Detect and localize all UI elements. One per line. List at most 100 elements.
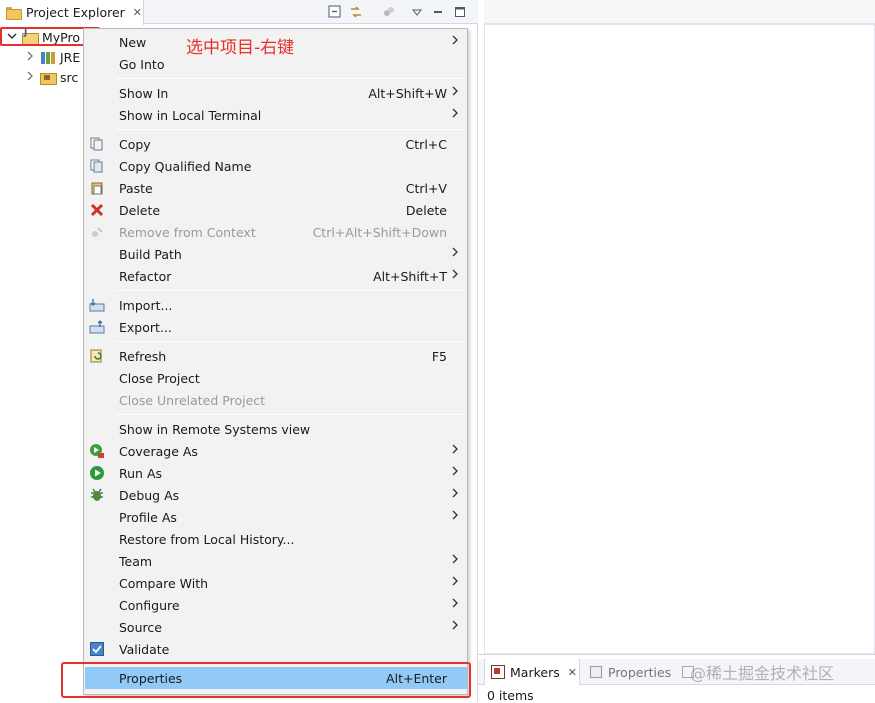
menu-item-configure[interactable]: Configure [85, 594, 467, 616]
menu-item-shortcut: Delete [405, 203, 447, 218]
chevron-right-icon[interactable] [24, 71, 36, 84]
chevron-right-icon [451, 597, 459, 612]
menu-item-restore-from-local-history[interactable]: Restore from Local History... [85, 528, 467, 550]
menu-separator [116, 290, 466, 291]
menu-item-label: Restore from Local History... [119, 532, 295, 547]
menu-separator [116, 414, 466, 415]
menu-item-label: Paste [119, 181, 153, 196]
menu-item-shortcut: Ctrl+V [405, 181, 447, 196]
menu-item-label: Show in Remote Systems view [119, 422, 311, 437]
annotation-label: 选中项目-右键 [186, 38, 295, 58]
menu-item-export[interactable]: Export... [85, 316, 467, 338]
menu-item-label: Export... [119, 320, 172, 335]
menu-item-show-in-local-terminal[interactable]: Show in Local Terminal [85, 104, 467, 126]
menu-item-shortcut: F5 [431, 349, 447, 364]
properties-highlight-box [61, 662, 471, 698]
properties-icon [590, 666, 602, 678]
menu-item-source[interactable]: Source [85, 616, 467, 638]
menu-item-build-path[interactable]: Build Path [85, 243, 467, 265]
tab-project-explorer[interactable]: Project Explorer ✕ [0, 0, 144, 25]
menu-item-label: Copy Qualified Name [119, 159, 252, 174]
explorer-tab-bar: Project Explorer ✕ [0, 0, 478, 25]
menu-item-copy-qualified-name[interactable]: Copy Qualified Name [85, 155, 467, 177]
menu-item-label: Show In [119, 86, 169, 101]
menu-item-shortcut: Ctrl+C [405, 137, 447, 152]
tree-item-label: src [60, 69, 79, 85]
copy-icon [89, 136, 105, 152]
menu-item-refactor[interactable]: Refactor Alt+Shift+T [85, 265, 467, 287]
chevron-right-icon [451, 443, 459, 458]
menu-item-label: Build Path [119, 247, 182, 262]
close-icon[interactable]: ✕ [568, 666, 577, 679]
menu-item-paste[interactable]: Paste Ctrl+V [85, 177, 467, 199]
view-menu-icon[interactable] [409, 4, 425, 20]
menu-item-label: Refresh [119, 349, 167, 364]
menu-item-team[interactable]: Team [85, 550, 467, 572]
chevron-right-icon [451, 619, 459, 634]
chevron-right-icon [451, 107, 459, 122]
tab-properties[interactable]: Properties [582, 659, 674, 685]
chevron-right-icon [451, 268, 459, 283]
tab-label: Markers [510, 664, 560, 680]
tree-item-label: JRE [60, 49, 81, 65]
menu-item-coverage-as[interactable]: Coverage As [85, 440, 467, 462]
menu-item-label: Debug As [119, 488, 180, 503]
menu-item-label: Team [119, 554, 153, 569]
menu-item-copy[interactable]: Copy Ctrl+C [85, 133, 467, 155]
menu-item-profile-as[interactable]: Profile As [85, 506, 467, 528]
chevron-right-icon [451, 575, 459, 590]
menu-item-delete[interactable]: Delete Delete [85, 199, 467, 221]
menu-item-show-in[interactable]: Show In Alt+Shift+W [85, 82, 467, 104]
source-folder-icon [40, 70, 57, 85]
menu-item-label: Show in Local Terminal [119, 108, 262, 123]
refresh-icon [89, 348, 105, 364]
menu-item-label: New [119, 35, 147, 50]
menu-item-label: Go Into [119, 57, 165, 72]
chevron-right-icon [451, 85, 459, 100]
menu-item-shortcut: Alt+Shift+W [368, 86, 447, 101]
close-icon[interactable]: ✕ [133, 6, 142, 19]
menu-item-label: Close Project [119, 371, 200, 386]
explorer-title: Project Explorer [26, 5, 125, 20]
menu-item-close-project[interactable]: Close Project [85, 367, 467, 389]
menu-item-shortcut: Alt+Shift+T [373, 269, 447, 284]
chevron-right-icon [451, 246, 459, 261]
coverage-icon [89, 443, 105, 459]
tab-label: Properties [608, 664, 672, 680]
watermark: @稀土掘金技术社区 [690, 664, 835, 683]
menu-item-validate[interactable]: Validate [85, 638, 467, 660]
delete-icon [89, 202, 105, 218]
menu-item-import[interactable]: Import... [85, 294, 467, 316]
chevron-right-icon[interactable] [24, 51, 36, 64]
copy-qualified-icon [89, 158, 105, 174]
menu-item-label: Profile As [119, 510, 177, 525]
import-icon [89, 297, 105, 313]
menu-item-show-in-remote-systems-view[interactable]: Show in Remote Systems view [85, 418, 467, 440]
collapse-all-icon[interactable] [327, 4, 343, 20]
menu-item-refresh[interactable]: Refresh F5 [85, 345, 467, 367]
menu-item-close-unrelated-project: Close Unrelated Project [85, 389, 467, 411]
minimize-icon[interactable] [430, 4, 446, 20]
folder-icon [6, 7, 22, 20]
menu-item-label: Coverage As [119, 444, 198, 459]
menu-item-label: Import... [119, 298, 173, 313]
menu-item-label: Run As [119, 466, 163, 481]
menu-item-debug-as[interactable]: Debug As [85, 484, 467, 506]
tab-markers[interactable]: Markers ✕ [484, 659, 580, 685]
menu-item-compare-with[interactable]: Compare With [85, 572, 467, 594]
link-with-editor-icon[interactable] [348, 4, 364, 20]
remove-context-icon [89, 224, 105, 240]
markers-icon [491, 665, 505, 679]
tree-item-src[interactable]: src [24, 67, 78, 87]
menu-item-label: Configure [119, 598, 180, 613]
focus-icon[interactable] [381, 4, 397, 20]
menu-separator [116, 78, 466, 79]
maximize-icon[interactable] [452, 4, 468, 20]
menu-item-label: Compare With [119, 576, 209, 591]
menu-item-run-as[interactable]: Run As [85, 462, 467, 484]
markers-status: 0 items [487, 688, 534, 703]
menu-item-label: Remove from Context [119, 225, 256, 240]
chevron-right-icon [451, 487, 459, 502]
context-menu: New Go Into Show In Alt+Shift+W Show in Loca… [83, 28, 468, 695]
tree-item-jre[interactable]: JRE [24, 47, 80, 67]
